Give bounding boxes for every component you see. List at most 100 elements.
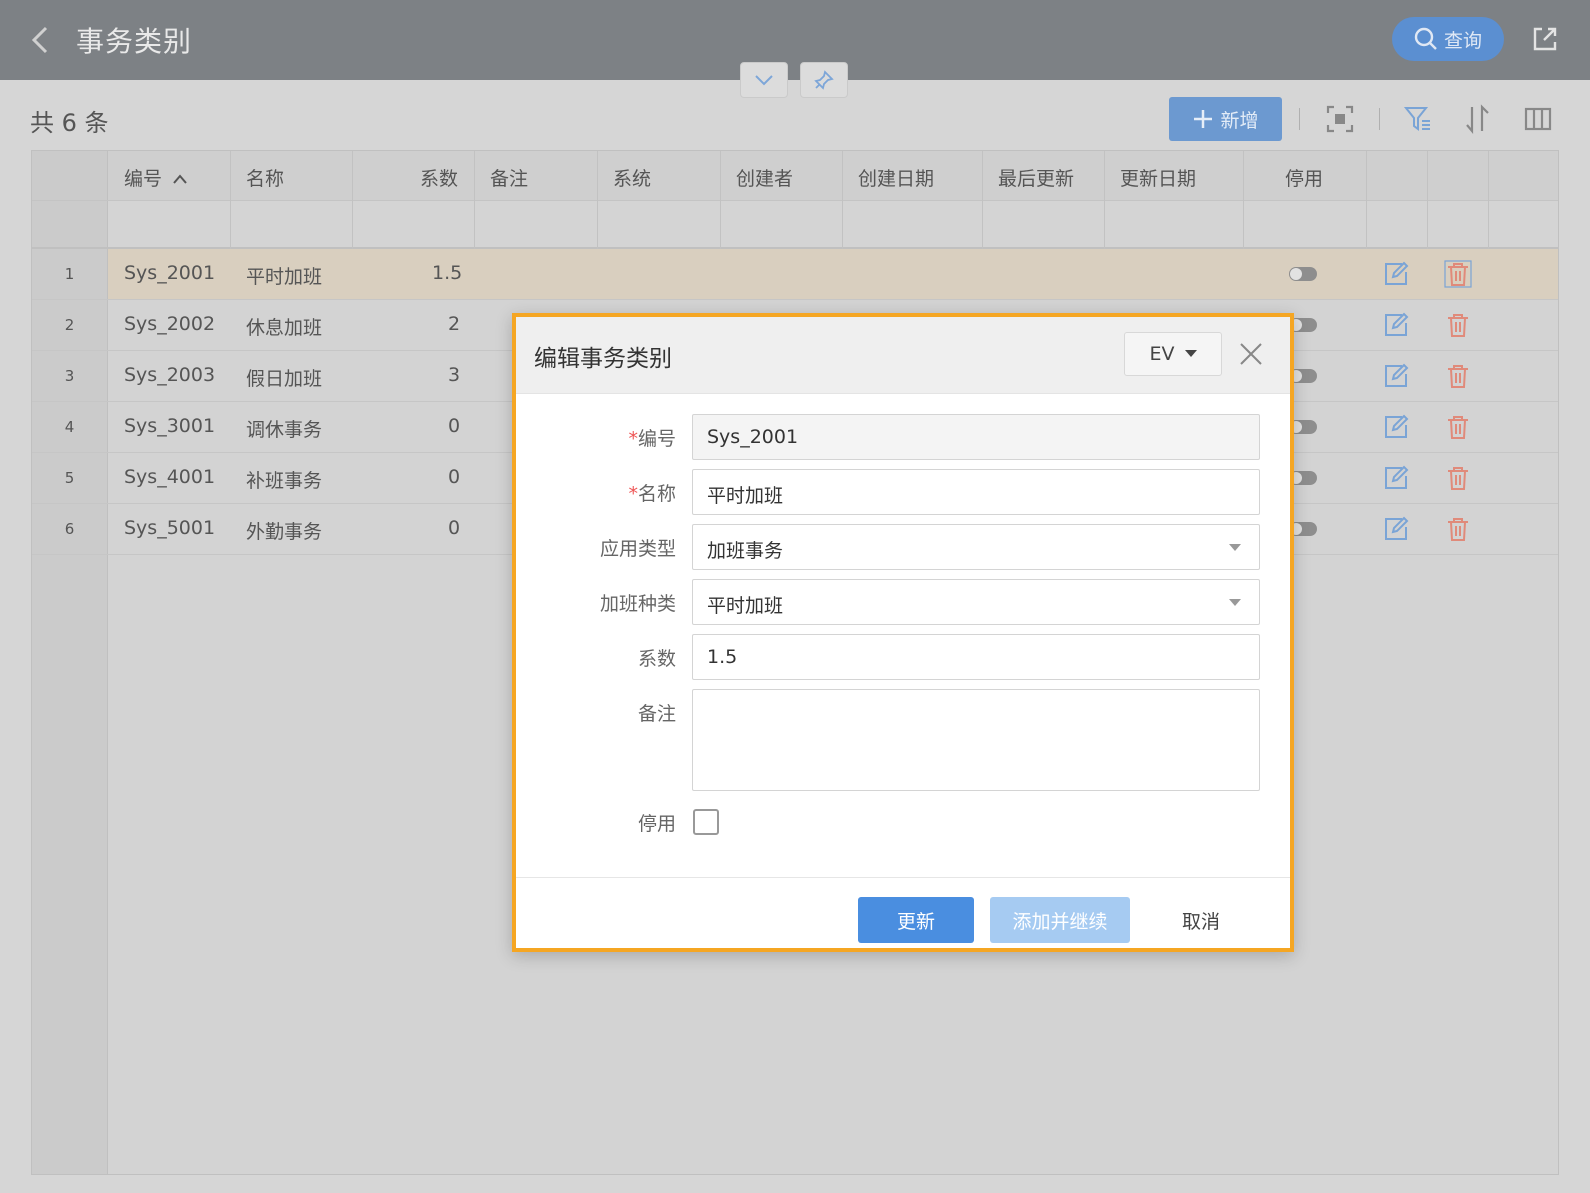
name-field[interactable]: 平时加班 [692,469,1260,515]
delete-icon[interactable] [1444,311,1472,339]
factor-field[interactable]: 1.5 [692,634,1260,680]
column-divider [842,151,843,249]
column-header-disabled[interactable]: 停用 [1285,164,1323,191]
caret-down-icon [1229,544,1241,551]
delete-icon[interactable] [1444,362,1472,390]
cell-factor: 1.5 [432,262,463,284]
language-select[interactable]: EV [1124,332,1222,376]
cell-factor: 2 [448,313,461,335]
row-number: 3 [32,351,108,401]
column-header-creator[interactable]: 创建者 [736,164,793,191]
close-icon[interactable] [1238,341,1264,367]
edit-icon[interactable] [1382,311,1410,339]
column-divider [1488,151,1489,249]
cell-code: Sys_4001 [124,466,216,488]
add-button[interactable]: 新增 [1169,97,1282,141]
caret-down-icon [1229,599,1241,606]
edit-icon[interactable] [1382,413,1410,441]
filter-icon[interactable] [1402,103,1434,135]
column-header-name[interactable]: 名称 [246,164,284,191]
cell-name: 休息加班 [246,317,323,339]
remark-textarea[interactable] [692,689,1260,791]
column-divider [720,151,721,249]
edit-icon[interactable] [1382,362,1410,390]
caret-down-icon [1184,350,1197,357]
columns-icon[interactable] [1522,103,1554,135]
delete-icon[interactable] [1444,260,1472,288]
export-icon[interactable] [1530,24,1560,54]
column-divider [597,151,598,249]
cell-code: Sys_2002 [124,313,216,335]
ot-kind-label: 加班种类 [599,593,676,615]
cell-factor: 0 [448,517,461,539]
disabled-checkbox[interactable] [693,809,719,835]
row-number: 4 [32,402,108,452]
edit-icon[interactable] [1382,260,1410,288]
column-divider [982,151,983,249]
pin-icon [814,70,834,90]
query-label: 查询 [1443,29,1482,52]
column-header-factor[interactable]: 系数 [420,164,458,191]
disabled-label: 停用 [637,813,676,835]
edit-icon[interactable] [1382,515,1410,543]
cell-code: Sys_2003 [124,364,216,386]
table-row[interactable]: 1 Sys_2001 平时加班 1.5 [32,249,1558,300]
factor-label: 系数 [637,648,676,670]
apply-type-select[interactable]: 加班事务 [692,524,1260,570]
cell-name: 平时加班 [246,266,323,288]
cell-code: Sys_5001 [124,517,216,539]
cell-code: Sys_2001 [124,262,216,284]
sort-asc-icon [173,174,187,184]
column-divider [474,151,475,249]
add-label: 新增 [1220,109,1259,132]
sort-icon[interactable] [1462,103,1494,135]
fullscreen-icon[interactable] [1324,103,1356,135]
back-icon[interactable] [26,22,56,58]
cell-name: 调休事务 [246,419,323,441]
toolbar-divider [1299,108,1300,130]
cell-name: 补班事务 [246,470,323,492]
cell-code: Sys_3001 [124,415,216,437]
add-and-continue-button[interactable]: 添加并继续 [990,897,1130,943]
code-field[interactable]: Sys_2001 [692,414,1260,460]
column-divider [1366,151,1367,249]
query-button[interactable]: 查询 [1392,17,1504,61]
app-header: 事务类别 查询 [0,0,1590,80]
update-button[interactable]: 更新 [858,897,974,943]
record-count: 共 6 条 [30,109,109,137]
column-divider [1427,151,1428,249]
column-header-remark[interactable]: 备注 [490,164,528,191]
apply-type-label: 应用类型 [599,538,676,560]
column-header-system[interactable]: 系统 [613,164,651,191]
cancel-button[interactable]: 取消 [1156,897,1246,943]
row-number: 2 [32,300,108,350]
edit-icon[interactable] [1382,464,1410,492]
delete-icon[interactable] [1444,515,1472,543]
ot-kind-select[interactable]: 平时加班 [692,579,1260,625]
code-label: *编号 [628,428,676,450]
chevron-down-icon [755,75,773,86]
column-divider [1104,151,1105,249]
row-number: 6 [32,504,108,554]
disabled-toggle[interactable] [1289,267,1317,281]
cell-factor: 0 [448,466,461,488]
cell-name: 假日加班 [246,368,323,390]
collapse-toggle[interactable] [740,62,788,98]
ot-kind-value: 平时加班 [707,595,784,617]
delete-icon[interactable] [1444,464,1472,492]
apply-type-value: 加班事务 [707,540,784,562]
grid-filter-row[interactable] [32,201,1558,249]
delete-icon[interactable] [1444,413,1472,441]
column-header-last-update[interactable]: 最后更新 [998,164,1074,191]
dialog-title: 编辑事务类别 [534,346,672,372]
row-number: 5 [32,453,108,503]
column-header-code[interactable]: 编号 [124,164,188,191]
cell-factor: 0 [448,415,461,437]
pin-toggle[interactable] [800,62,848,98]
grid-header: 编号 名称 系数 备注 系统 创建者 创建日期 最后更新 更新日期 停用 [32,151,1558,201]
page-title: 事务类别 [76,25,193,58]
edit-dialog: 编辑事务类别 EV *编号 Sys_2001 *名称 平时加班 应用类型 加班事… [512,313,1294,952]
column-divider [1243,151,1244,249]
column-header-create-date[interactable]: 创建日期 [858,164,934,191]
column-header-update-date[interactable]: 更新日期 [1120,164,1196,191]
